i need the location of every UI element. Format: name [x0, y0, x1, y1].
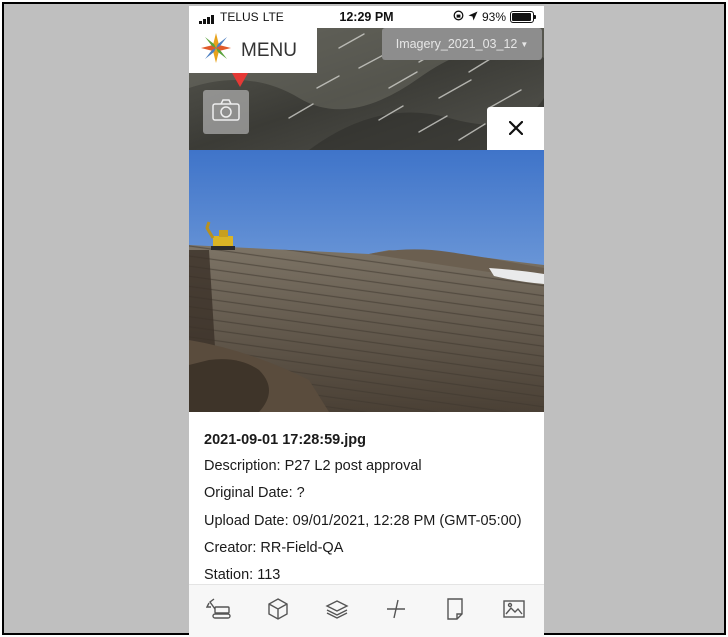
phone-screen: TELUS LTE 12:29 PM 93% MENU Imagery_2021…	[189, 6, 544, 637]
measure-icon	[384, 597, 408, 626]
image-icon	[502, 598, 526, 625]
orientation-lock-icon	[453, 10, 464, 24]
excavator-tool-button[interactable]	[199, 592, 239, 632]
menu-button[interactable]: MENU	[189, 28, 317, 73]
photo-upload-date: Upload Date: 09/01/2021, 12:28 PM (GMT-0…	[204, 513, 522, 529]
bottom-toolbar	[189, 584, 544, 637]
photo-station: Station: 113	[204, 567, 281, 583]
photo-details-panel: 2021-09-01 17:28:59.jpg Description: P27…	[189, 412, 544, 584]
status-bar: TELUS LTE 12:29 PM 93%	[189, 6, 544, 28]
battery-icon	[510, 11, 536, 23]
document-tool-button[interactable]	[435, 592, 475, 632]
layers-icon	[325, 597, 349, 626]
imagery-selected-value: Imagery_2021_03_12	[395, 37, 518, 51]
excavator-icon	[205, 597, 232, 626]
menu-label: MENU	[241, 39, 297, 61]
photo-creator: Creator: RR-Field-QA	[204, 540, 344, 556]
imagery-dropdown[interactable]: Imagery_2021_03_12 ▼	[382, 28, 542, 60]
close-button[interactable]	[487, 107, 544, 153]
document-icon	[445, 597, 465, 626]
close-icon	[508, 120, 523, 140]
site-photo	[189, 150, 544, 412]
image-tool-button[interactable]	[494, 592, 534, 632]
measure-tool-button[interactable]	[376, 592, 416, 632]
battery-percent: 93%	[481, 10, 506, 24]
photo-description: Description: P27 L2 post approval	[204, 458, 422, 474]
construction-site-image	[189, 150, 544, 412]
caret-down-icon: ▼	[520, 39, 529, 49]
status-right: 93%	[453, 10, 536, 24]
location-arrow-icon	[468, 10, 478, 24]
photo-filename: 2021-09-01 17:28:59.jpg	[204, 432, 367, 448]
layers-tool-button[interactable]	[317, 592, 357, 632]
map-marker-icon[interactable]	[232, 73, 248, 87]
photo-original-date: Original Date: ?	[204, 485, 305, 501]
camera-icon	[211, 98, 241, 127]
3d-view-tool-button[interactable]	[258, 592, 298, 632]
cube-icon	[266, 597, 290, 626]
logo-icon	[199, 31, 233, 71]
camera-button[interactable]	[203, 90, 249, 134]
